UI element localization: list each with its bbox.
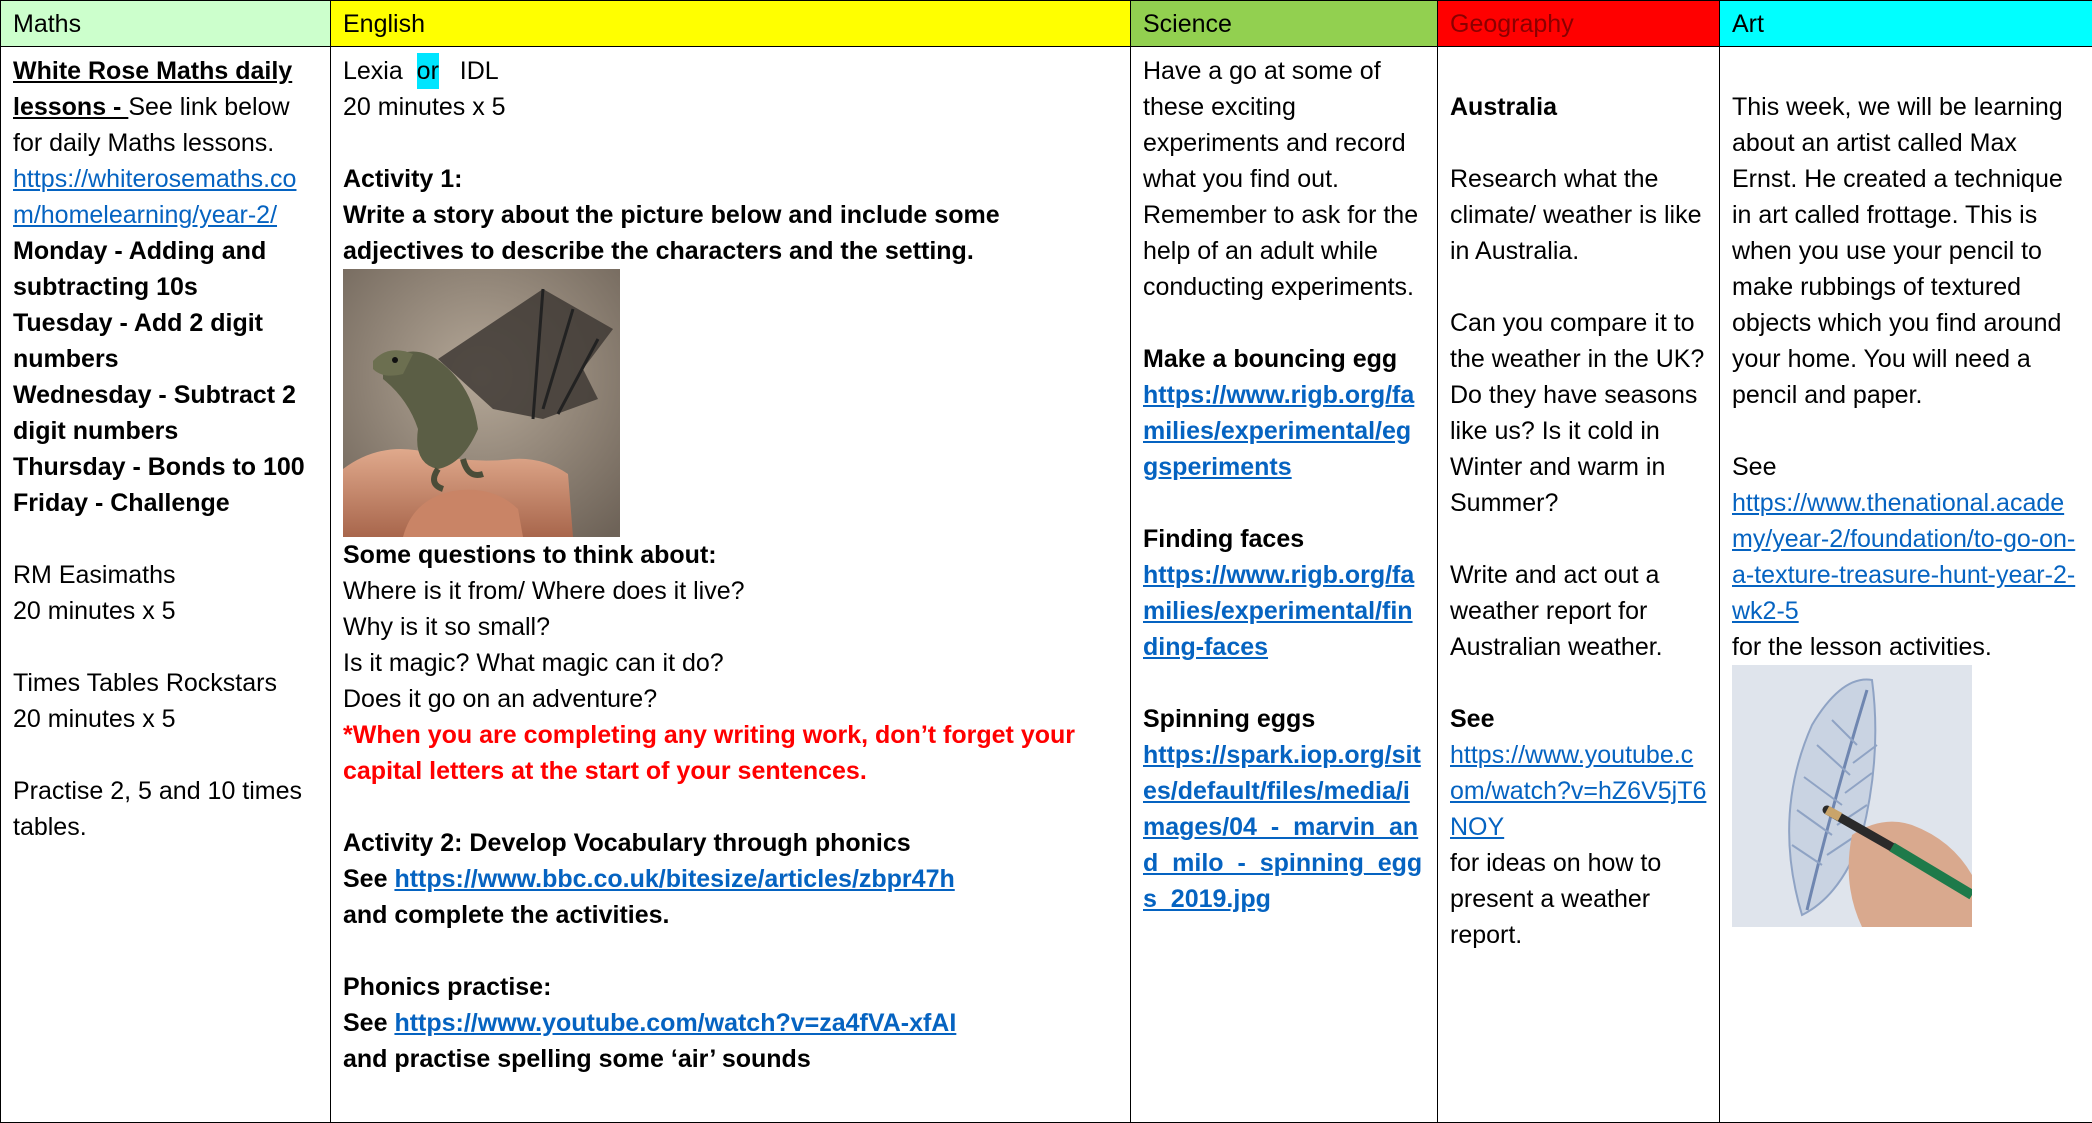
maths-day-monday: Monday - Adding and subtracting 10s — [13, 237, 267, 301]
science-reminder: Remember to ask for the help of an adult… — [1143, 201, 1419, 301]
experiment-title-bouncing-egg: Make a bouncing egg — [1143, 345, 1398, 373]
activity2-see: See https://www.bbc.co.uk/bitesize/artic… — [343, 865, 955, 893]
capital-letters-reminder: *When you are completing any writing wor… — [343, 721, 1075, 785]
question-item: Where is it from/ Where does it live? — [343, 577, 745, 605]
home-learning-plan: Maths English Science Geography Art Whit… — [0, 0, 2092, 1123]
rockstars-label: Times Tables Rockstars — [13, 669, 277, 697]
rockstars-time: 20 minutes x 5 — [13, 705, 176, 733]
art-header: Art — [1719, 0, 2092, 47]
activity2-after: and complete the activities. — [343, 901, 670, 929]
geography-research: Research what the climate/ weather is li… — [1450, 165, 1702, 265]
art-see: See — [1732, 453, 1777, 481]
oak-academy-link[interactable]: https://www.thenational.academy/year-2/f… — [1732, 489, 2075, 625]
geography-see: See — [1450, 705, 1495, 733]
reading-programs: Lexia or IDL — [343, 53, 1118, 89]
dragon-picture — [343, 269, 620, 537]
lexia-label: Lexia — [343, 57, 403, 85]
english-header: English — [330, 0, 1131, 47]
activity1-text: Write a story about the picture below an… — [343, 201, 1000, 265]
maths-day-friday: Friday - Challenge — [13, 489, 230, 517]
experiment-title-spinning-eggs: Spinning eggs — [1143, 705, 1316, 733]
question-item: Why is it so small? — [343, 613, 550, 641]
experiment-title-finding-faces: Finding faces — [1143, 525, 1305, 553]
science-intro: Have a go at some of these exciting expe… — [1143, 57, 1406, 193]
phonics-after: and practise spelling some ‘air’ sounds — [343, 1045, 811, 1073]
geography-cell: Australia Research what the climate/ wea… — [1437, 46, 1720, 1123]
content-row: White Rose Maths daily lessons - See lin… — [0, 46, 2092, 1123]
phonics-youtube-link[interactable]: https://www.youtube.com/watch?v=za4fVA-x… — [394, 1009, 956, 1037]
leaf-rubbing-picture — [1732, 665, 1972, 927]
weather-youtube-link[interactable]: https://www.youtube.com/watch?v=hZ6V5jT6… — [1450, 741, 1706, 841]
or-label: or — [416, 53, 439, 89]
maths-day-tuesday: Tuesday - Add 2 digit numbers — [13, 309, 264, 373]
reading-time: 20 minutes x 5 — [343, 93, 506, 121]
maths-day-wednesday: Wednesday - Subtract 2 digit numbers — [13, 381, 296, 445]
questions-title: Some questions to think about: — [343, 541, 717, 569]
times-tables-practise: Practise 2, 5 and 10 times tables. — [13, 777, 303, 841]
experiment-link-spinning-eggs[interactable]: https://spark.iop.org/sites/default/file… — [1143, 741, 1422, 913]
english-cell: Lexia or IDL 20 minutes x 5 Activity 1: … — [330, 46, 1131, 1123]
geography-seasons: Do they have seasons like us? Is it cold… — [1450, 381, 1698, 517]
maths-header: Maths — [0, 0, 331, 47]
header-row: Maths English Science Geography Art — [0, 0, 2092, 47]
maths-day-thursday: Thursday - Bonds to 100 — [13, 453, 305, 481]
easimaths-label: RM Easimaths — [13, 561, 176, 589]
maths-intro: White Rose Maths daily lessons - See lin… — [13, 53, 318, 161]
geography-after: for ideas on how to present a weather re… — [1450, 849, 1662, 949]
maths-cell: White Rose Maths daily lessons - See lin… — [0, 46, 331, 1123]
bitesize-link[interactable]: https://www.bbc.co.uk/bitesize/articles/… — [394, 865, 954, 893]
art-after: for the lesson activities. — [1732, 633, 1992, 661]
science-header: Science — [1130, 0, 1438, 47]
art-intro: This week, we will be learning about an … — [1732, 93, 2063, 409]
science-cell: Have a go at some of these exciting expe… — [1130, 46, 1438, 1123]
experiment-link-finding-faces[interactable]: https://www.rigb.org/families/experiment… — [1143, 561, 1414, 661]
geography-compare: Can you compare it to the weather in the… — [1450, 309, 1705, 373]
easimaths-time: 20 minutes x 5 — [13, 597, 176, 625]
geography-topic: Australia — [1450, 93, 1557, 121]
experiment-link-bouncing-egg[interactable]: https://www.rigb.org/families/experiment… — [1143, 381, 1414, 481]
phonics-see: See https://www.youtube.com/watch?v=za4f… — [343, 1009, 957, 1037]
geography-header: Geography — [1437, 0, 1720, 47]
art-cell: This week, we will be learning about an … — [1719, 46, 2092, 1123]
activity2-title: Activity 2: Develop Vocabulary through p… — [343, 829, 911, 857]
timetable: Maths English Science Geography Art Whit… — [0, 0, 2092, 1123]
phonics-title: Phonics practise: — [343, 973, 552, 1001]
question-item: Does it go on an adventure? — [343, 685, 658, 713]
activity1-title: Activity 1: — [343, 165, 463, 193]
idl-label: IDL — [459, 57, 499, 85]
white-rose-link[interactable]: https://whiterosemaths.com/homelearning/… — [13, 165, 296, 229]
question-item: Is it magic? What magic can it do? — [343, 649, 724, 677]
geography-report: Write and act out a weather report for A… — [1450, 561, 1663, 661]
